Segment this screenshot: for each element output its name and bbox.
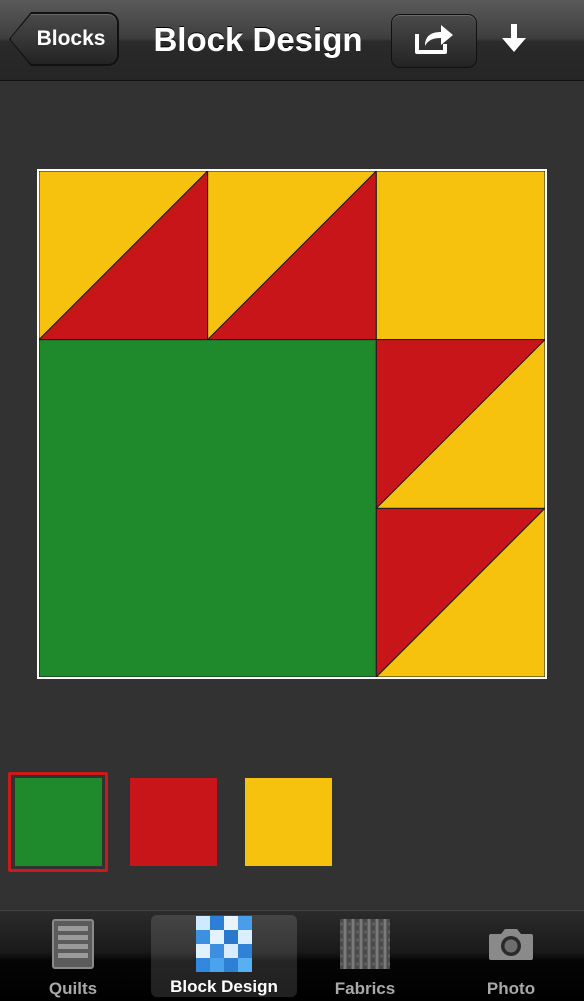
block-grid[interactable] <box>39 171 545 677</box>
swatch-green[interactable] <box>15 778 102 866</box>
tab-label-quilts: Quilts <box>48 979 98 998</box>
quilt-stack-icon <box>45 917 101 971</box>
tab-fabrics[interactable]: Fabrics <box>292 911 438 1001</box>
tab-block-design[interactable]: Block Design <box>151 915 297 997</box>
tab-photo[interactable]: Photo <box>438 911 584 1001</box>
block-design-canvas[interactable] <box>37 169 547 679</box>
page-title: Block Design <box>153 21 363 58</box>
share-button[interactable] <box>391 14 477 68</box>
back-button[interactable]: Blocks <box>10 13 118 65</box>
swatch-red[interactable] <box>130 778 217 866</box>
tab-quilts[interactable]: Quilts <box>0 911 146 1001</box>
tab-label-block-design: Block Design <box>170 977 278 996</box>
navigation-bar: Blocks Block Design <box>0 0 584 81</box>
tab-label-photo: Photo <box>486 979 536 998</box>
patch-square-2[interactable] <box>375 171 545 341</box>
patch-large-square-3[interactable] <box>39 339 377 677</box>
share-icon <box>413 22 455 61</box>
camera-icon <box>483 917 539 971</box>
back-button-label: Blocks <box>36 27 106 50</box>
swatch-yellow[interactable] <box>245 778 332 866</box>
download-button[interactable] <box>490 16 538 64</box>
block-grid-icon <box>196 916 252 972</box>
tab-bar: Quilts Block Design Fabrics Photo <box>0 910 584 1001</box>
download-arrow-icon <box>501 22 527 59</box>
tab-label-fabrics: Fabrics <box>334 979 396 998</box>
fabric-weave-icon <box>337 917 393 971</box>
